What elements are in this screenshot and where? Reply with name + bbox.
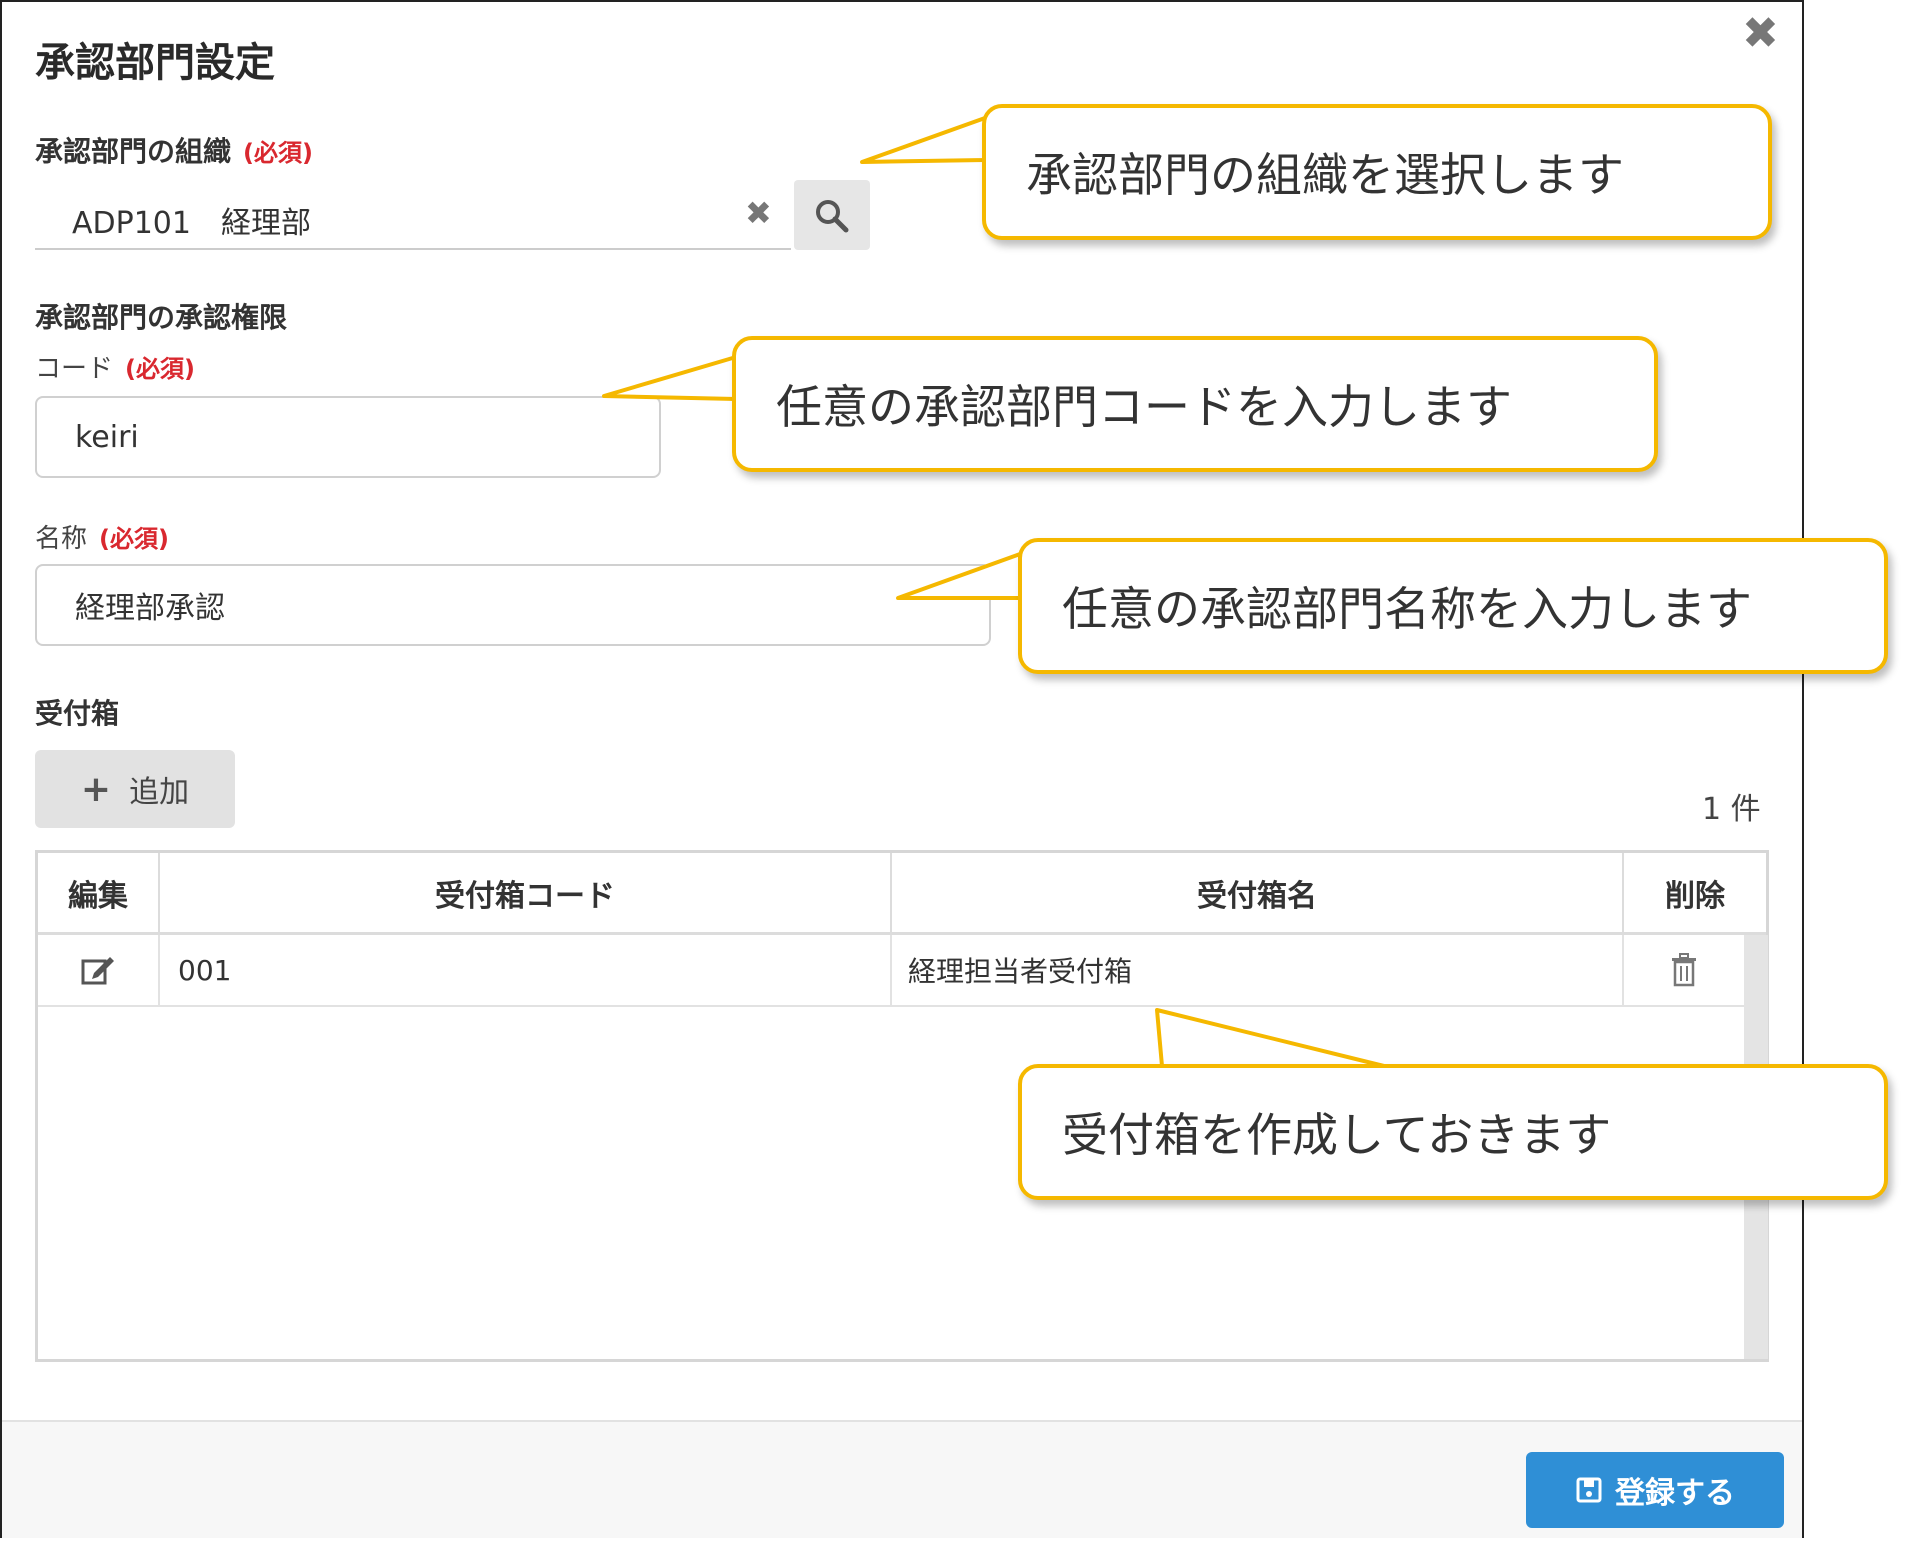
edit-icon[interactable]: [80, 953, 116, 987]
code-label-text: コード: [35, 354, 114, 384]
callout-org: 承認部門の組織を選択します: [982, 104, 1772, 240]
plus-icon: +: [80, 768, 112, 810]
header-inbox-code: 受付箱コード: [160, 853, 892, 935]
code-label: コード (必須): [35, 348, 195, 385]
cell-inbox-name: 経理担当者受付箱: [892, 935, 1624, 1007]
name-label-text: 名称: [35, 524, 88, 554]
code-required-mark: (必須): [125, 355, 195, 383]
cell-delete: [1624, 935, 1744, 1007]
header-delete: 削除: [1624, 853, 1766, 935]
callout-name: 任意の承認部門名称を入力します: [1018, 538, 1888, 674]
search-button[interactable]: [794, 180, 870, 250]
header-edit: 編集: [38, 853, 160, 935]
name-required-mark: (必須): [99, 525, 169, 553]
dialog-title: 承認部門設定: [35, 40, 275, 86]
name-label: 名称 (必須): [35, 518, 169, 555]
authority-label: 承認部門の承認権限: [35, 301, 288, 334]
org-value: ADP101 経理部: [72, 206, 311, 241]
org-label: 承認部門の組織 (必須): [35, 130, 313, 170]
save-button[interactable]: 登録する: [1526, 1452, 1784, 1528]
save-button-label: 登録する: [1615, 1476, 1735, 1511]
callout-code: 任意の承認部門コードを入力します: [732, 336, 1658, 472]
callout-inbox: 受付箱を作成しておきます: [1018, 1064, 1888, 1200]
name-input[interactable]: 経理部承認: [35, 564, 991, 646]
clear-icon[interactable]: ✖: [745, 194, 772, 232]
add-button[interactable]: + 追加: [35, 750, 235, 828]
trash-icon[interactable]: [1670, 953, 1698, 987]
cell-inbox-code: 001: [160, 935, 892, 1007]
search-icon: [816, 200, 849, 233]
header-inbox-name: 受付箱名: [892, 853, 1624, 935]
add-button-label: 追加: [129, 775, 190, 810]
org-required-mark: (必須): [243, 139, 313, 167]
code-input[interactable]: keiri: [35, 396, 661, 478]
org-label-text: 承認部門の組織: [35, 135, 232, 168]
inbox-label: 受付箱: [35, 697, 120, 730]
close-icon[interactable]: ✖: [1742, 8, 1779, 59]
save-icon: [1576, 1477, 1602, 1503]
table-row: [38, 935, 160, 1007]
record-count: 1 件: [1702, 792, 1761, 827]
